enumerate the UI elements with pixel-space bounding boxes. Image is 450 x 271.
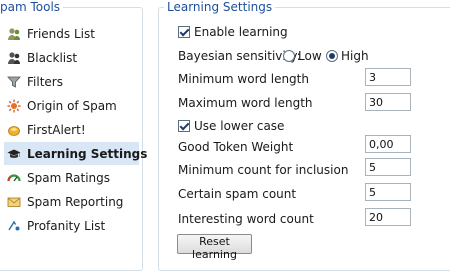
nav-label: Friends List <box>27 26 95 41</box>
nav-item-spam-ratings[interactable]: Spam Ratings <box>4 166 139 189</box>
minimum-word-length-label: Minimum word length <box>178 72 309 86</box>
maximum-word-length-input[interactable] <box>365 93 411 111</box>
profanity-icon <box>7 219 21 233</box>
nav-label: Blacklist <box>27 50 78 65</box>
nav-item-firstalert[interactable]: FirstAlert! <box>4 118 139 141</box>
nav-label: Learning Settings <box>27 146 148 161</box>
filter-funnel-icon <box>7 75 21 89</box>
blacklist-icon <box>7 51 21 65</box>
nav-item-spam-reporting[interactable]: Spam Reporting <box>4 190 139 213</box>
use-lower-case-check[interactable] <box>178 120 190 132</box>
nav-item-filters[interactable]: Filters <box>4 70 139 93</box>
certain-spam-count-label: Certain spam count <box>178 187 297 201</box>
spam-tools-title: pam Tools <box>0 0 64 14</box>
enable-learning-check[interactable] <box>178 26 190 38</box>
good-token-weight-input[interactable] <box>365 135 411 153</box>
certain-spam-count-input[interactable] <box>365 183 411 201</box>
origin-burst-icon <box>7 99 21 113</box>
nav-label: FirstAlert! <box>27 122 86 137</box>
good-token-weight-label: Good Token Weight <box>178 140 294 154</box>
nav-item-profanity-list[interactable]: Profanity List <box>4 214 139 237</box>
sensitivity-high-label: High <box>341 49 369 63</box>
nav-item-learning-settings[interactable]: Learning Settings <box>4 142 147 165</box>
interesting-word-count-label: Interesting word count <box>178 212 314 226</box>
maximum-word-length-label: Maximum word length <box>178 96 313 110</box>
friends-icon <box>7 27 21 41</box>
enable-learning-label: Enable learning <box>194 25 288 39</box>
nav-label: Filters <box>27 74 63 89</box>
nav-label: Spam Reporting <box>27 194 124 209</box>
sensitivity-low-label: Low <box>298 49 322 63</box>
nav-label: Origin of Spam <box>27 98 117 113</box>
report-envelope-icon <box>7 195 21 209</box>
nav-label: Profanity List <box>27 218 106 233</box>
sensitivity-low-radio[interactable] <box>283 50 295 62</box>
interesting-word-count-input[interactable] <box>365 208 411 226</box>
sensitivity-high-radio[interactable] <box>326 50 338 62</box>
minimum-word-length-input[interactable] <box>365 68 411 86</box>
first-alert-icon <box>7 123 21 137</box>
minimum-count-for-inclusion-label: Minimum count for inclusion <box>178 163 349 177</box>
minimum-count-for-inclusion-input[interactable] <box>365 158 411 176</box>
nav-item-friends-list[interactable]: Friends List <box>4 22 139 45</box>
nav-item-blacklist[interactable]: Blacklist <box>4 46 139 69</box>
rating-gauge-icon <box>7 171 21 185</box>
graduation-cap-icon <box>7 147 21 161</box>
nav-item-origin-of-spam[interactable]: Origin of Spam <box>4 94 139 117</box>
reset-learning-button[interactable]: Reset learning <box>177 234 252 261</box>
nav-label: Spam Ratings <box>27 170 111 185</box>
learning-settings-title: Learning Settings <box>164 0 276 14</box>
use-lower-case-label: Use lower case <box>194 119 285 133</box>
